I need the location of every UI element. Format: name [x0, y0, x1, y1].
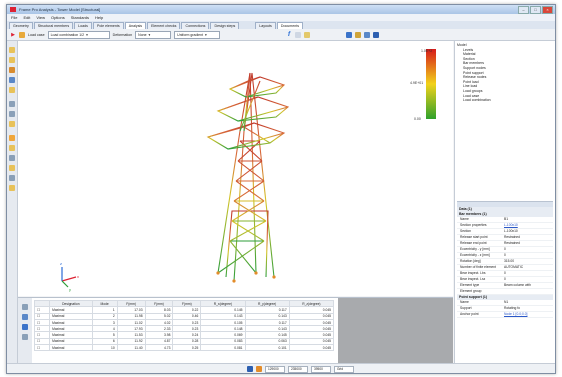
print-icon[interactable] — [373, 31, 380, 38]
settings-icon[interactable] — [304, 31, 311, 38]
results-tool-strip — [18, 298, 32, 364]
measure-tool-icon[interactable] — [9, 155, 15, 161]
tab-pole-elements[interactable]: Pole elements — [92, 22, 124, 29]
anchor-point-link[interactable]: Node 1 [0.0;0.0] — [504, 312, 553, 317]
coord-z-field[interactable]: 39500 — [311, 365, 331, 373]
window-title: Frame Pro Analysis - Tower Model [Struct… — [19, 7, 101, 12]
section-tool-icon[interactable] — [9, 145, 15, 151]
tower-members — [206, 72, 290, 282]
axis-y-label: y — [69, 287, 71, 292]
tab-documents[interactable]: Documents — [276, 22, 304, 29]
menu-bar: File Edit View Options Standards Help — [7, 14, 555, 21]
menu-help[interactable]: Help — [95, 15, 103, 20]
tab-layouts[interactable]: Layouts — [255, 22, 276, 29]
grid-field[interactable]: Grid — [334, 365, 354, 373]
pan-tool-icon[interactable] — [9, 111, 15, 117]
tab-connections[interactable]: Connections — [181, 22, 210, 29]
refresh-icon[interactable] — [295, 31, 302, 38]
menu-standards[interactable]: Standards — [71, 15, 89, 20]
view-icon[interactable] — [346, 31, 353, 38]
bar-tool-icon[interactable] — [9, 67, 15, 73]
node-tool-icon[interactable] — [9, 57, 15, 63]
prop-row: Anchor point Node 1 [0.0;0.0] — [457, 312, 553, 318]
run-icon[interactable]: ▶ — [10, 32, 16, 38]
deformation-label: Deformation — [112, 32, 133, 37]
result-color-scale — [426, 49, 436, 119]
menu-edit[interactable]: Edit — [23, 15, 30, 20]
scale-max-label: 1.0E+2 — [421, 49, 433, 53]
minimize-button[interactable]: – — [518, 6, 529, 14]
app-window: Frame Pro Analysis - Tower Model [Struct… — [6, 4, 556, 374]
coord-y-field[interactable]: 235000 — [288, 365, 308, 373]
menu-view[interactable]: View — [36, 15, 45, 20]
table-row[interactable]: ☐ Maximal 10 11.40 4.73 0.25 0.081 0.101 0.045 — [33, 344, 335, 352]
load-tool-icon[interactable] — [9, 87, 15, 93]
menu-options[interactable]: Options — [51, 15, 65, 20]
results-panel: Designation Mode F(mm) F(mm) F(mm) R_x(degr… — [18, 297, 453, 364]
right-panel: Model Levels Material Section Bar member… — [454, 41, 555, 371]
status-bar: 129000 235000 39500 Grid — [7, 363, 555, 373]
rotate-tool-icon[interactable] — [9, 121, 15, 127]
chevron-down-icon: ▾ — [205, 32, 207, 37]
3d-model-viewport[interactable]: x z y 1.0E+2 4.9E+01 0.00 — [18, 41, 453, 296]
scale-min-label: 0.00 — [414, 117, 421, 121]
app-logo-icon — [10, 7, 16, 12]
snap-icon[interactable] — [247, 366, 253, 372]
axis-x-label: x — [77, 274, 79, 279]
axis-triad: x z y — [60, 261, 79, 292]
tab-structural-members[interactable]: Structural members — [33, 22, 74, 29]
coord-x-field[interactable]: 129000 — [265, 365, 285, 373]
load-case-select[interactable]: Load combination 1/2 ▾ — [47, 30, 110, 39]
deformation-select[interactable]: None ▾ — [135, 30, 172, 39]
display-mode-select[interactable]: Uniform gradient ▾ — [174, 30, 221, 39]
model-tree[interactable]: Model Levels Material Section Bar member… — [457, 43, 553, 193]
grid-tool-icon[interactable] — [9, 165, 15, 171]
copy-icon[interactable] — [22, 334, 28, 340]
close-button[interactable]: × — [542, 6, 553, 14]
properties-panel: Data (1) Bar members (1) Name B1 Section … — [457, 201, 553, 368]
support-tool-icon[interactable] — [9, 77, 15, 83]
load-case-label: Load case — [28, 32, 45, 37]
table-icon[interactable] — [22, 324, 28, 330]
scale-mid-label: 4.9E+01 — [410, 81, 424, 85]
row-checkbox: ☐ — [33, 344, 51, 352]
tab-loads[interactable]: Loads — [74, 22, 92, 29]
support-nodes — [216, 271, 276, 283]
title-bar: Frame Pro Analysis - Tower Model [Struct… — [7, 5, 555, 14]
stop-icon[interactable] — [19, 31, 25, 38]
ribbon-tabs: Geometry Structural members Loads Pole e… — [7, 21, 555, 29]
lock-icon[interactable] — [355, 31, 362, 38]
grid-snap-icon[interactable] — [256, 366, 262, 372]
export-icon[interactable] — [22, 314, 28, 320]
tower-model: x z y — [60, 72, 290, 292]
left-tool-strip — [7, 41, 18, 371]
tab-geometry[interactable]: Geometry — [9, 22, 33, 29]
label-tool-icon[interactable] — [9, 185, 15, 191]
zoom-tool-icon[interactable] — [9, 101, 15, 107]
tab-design-steps[interactable]: Design steps — [210, 22, 240, 29]
filter-icon[interactable] — [22, 304, 28, 310]
camera-icon[interactable] — [364, 31, 371, 38]
results-tool-icon[interactable] — [9, 135, 15, 141]
axis-z-label: z — [60, 261, 62, 266]
italic-f-icon[interactable]: 𝒇 — [286, 31, 292, 38]
toolbar: ▶ Load case Load combination 1/2 ▾ Deform… — [7, 29, 555, 41]
results-table[interactable]: Designation Mode F(mm) F(mm) F(mm) R_x(degr… — [33, 299, 335, 362]
empty-table-area — [338, 298, 453, 364]
tab-element-checks[interactable]: Element checks — [147, 22, 181, 29]
menu-file[interactable]: File — [11, 15, 17, 20]
tab-analysis[interactable]: Analysis — [124, 22, 147, 29]
chevron-down-icon: ▾ — [86, 32, 88, 37]
select-tool-icon[interactable] — [9, 47, 15, 53]
maximize-button[interactable]: □ — [530, 6, 541, 14]
layer-tool-icon[interactable] — [9, 175, 15, 181]
section-properties-link[interactable]: L-100x10 — [504, 223, 553, 228]
tree-item[interactable]: Load combination — [457, 98, 553, 103]
chevron-down-icon: ▾ — [148, 32, 151, 37]
